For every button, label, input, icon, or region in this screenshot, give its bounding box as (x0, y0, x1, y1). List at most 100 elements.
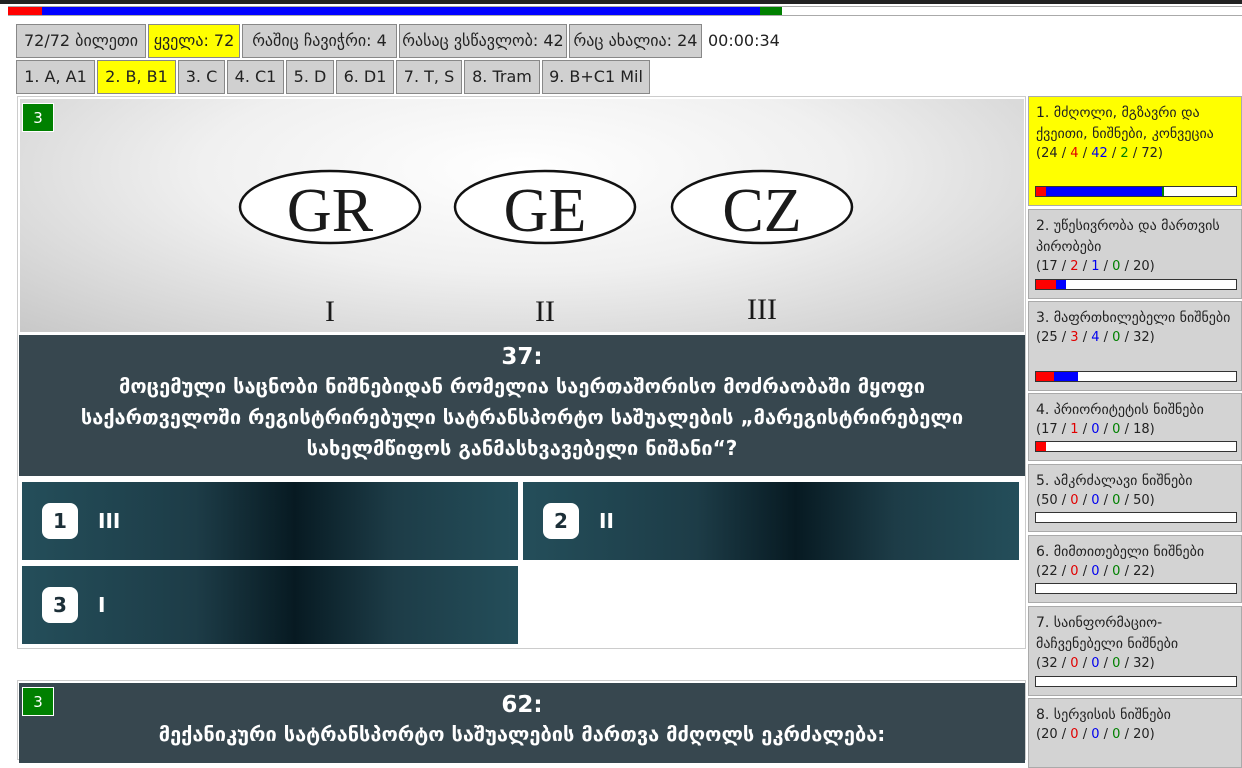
stat-correct: 0 (1112, 259, 1121, 274)
category-stats: (50 / 0 / 0 / 0 / 50) (1036, 493, 1155, 508)
category-item-8[interactable]: 8. სერვისის ნიშნები (20 / 0 / 0 / 0 / 20) (1028, 698, 1242, 768)
category-progress-bar (1035, 279, 1237, 290)
category-item-4[interactable]: 4. პრიორიტეტის ნიშნები (17 / 1 / 0 / 0 / … (1028, 393, 1242, 461)
answer-text: II (599, 509, 614, 533)
category-progress-bar (1035, 583, 1237, 594)
tab-license-2[interactable]: 2. B, B1 (97, 60, 176, 94)
image-label-2: II (535, 295, 555, 328)
top-border (0, 0, 1242, 4)
stat-wrong: 3 (1070, 330, 1079, 345)
stat-total-left: 50 (1041, 493, 1058, 508)
stat-learning: 0 (1091, 422, 1100, 437)
stat-wrong: 0 (1070, 727, 1079, 742)
bar-segment-green (1162, 187, 1164, 196)
bar-segment-red (1036, 372, 1054, 381)
plate-gr-text: GR (287, 177, 374, 245)
category-stats: (17 / 2 / 1 / 0 / 20) (1036, 259, 1155, 274)
tickets-count-button[interactable]: 72/72 ბილეთი (16, 24, 146, 58)
stat-total-left: 32 (1041, 656, 1058, 671)
tab-license-6[interactable]: 6. D1 (336, 60, 394, 94)
category-item-2[interactable]: 2. უწესივრობა და მართვის პირობები (17 / 2… (1028, 209, 1242, 299)
stat-total-left: 25 (1041, 330, 1058, 345)
answer-number: 2 (543, 503, 579, 539)
tab-license-5[interactable]: 5. D (286, 60, 334, 94)
stat-total-left: 17 (1041, 259, 1058, 274)
question-card-2: 62: მექანიკური სატრანსპორტო საშუალების მ… (17, 680, 1026, 763)
tab-license-9[interactable]: 9. B+C1 Mil (542, 60, 650, 94)
tab-license-7[interactable]: 7. T, S (396, 60, 462, 94)
stat-correct: 0 (1112, 564, 1121, 579)
stat-total: 20 (1133, 259, 1150, 274)
category-title: 7. საინფორმაციო-მაჩვენებელი ნიშნები (1036, 615, 1179, 652)
stat-correct: 2 (1120, 146, 1129, 161)
question-text: მექანიკური სატრანსპორტო საშუალების მართვ… (158, 722, 886, 746)
tab-license-3[interactable]: 3. C (178, 60, 225, 94)
category-title: 8. სერვისის ნიშნები (1036, 707, 1171, 723)
category-title: 3. მაფრთხილებელი ნიშნები (1036, 310, 1231, 326)
stat-wrong: 1 (1070, 422, 1079, 437)
category-stats: (25 / 3 / 4 / 0 / 32) (1036, 330, 1155, 345)
category-progress-bar (1035, 186, 1237, 197)
filter-learning-button[interactable]: რასაც ვსწავლობ: 42 (399, 24, 567, 58)
category-stats: (32 / 0 / 0 / 0 / 32) (1036, 656, 1155, 671)
question-number: 37: (501, 344, 543, 370)
filter-all-button[interactable]: ყველა: 72 (148, 24, 240, 58)
stat-learning: 1 (1091, 259, 1100, 274)
stat-wrong: 0 (1070, 493, 1079, 508)
question-number: 62: (501, 692, 543, 718)
tab-license-4[interactable]: 4. C1 (227, 60, 284, 94)
bar-segment-red (1036, 280, 1056, 289)
question-text: მოცემული საცნობი ნიშნებიდან რომელია საერ… (80, 374, 964, 460)
bar-segment-red (1036, 442, 1046, 451)
filter-new-button[interactable]: რაც ახალია: 24 (569, 24, 702, 58)
category-progress-bar (1035, 441, 1237, 452)
stat-total: 72 (1141, 146, 1158, 161)
stat-wrong: 2 (1070, 259, 1079, 274)
category-title: 1. მძღოლი, მგზავრი და ქვეითი, ნიშნები, კ… (1036, 105, 1214, 142)
tab-license-1[interactable]: 1. A, A1 (16, 60, 95, 94)
category-progress-bar (1035, 512, 1237, 523)
stat-correct: 0 (1112, 493, 1121, 508)
stat-learning: 0 (1091, 564, 1100, 579)
bar-segment-blue (1056, 280, 1066, 289)
image-label-3: III (747, 293, 777, 326)
stat-correct: 0 (1112, 727, 1121, 742)
category-title: 5. ამკრძალავი ნიშნები (1036, 473, 1193, 489)
question-image: GR GE CZ I II III (20, 99, 1024, 332)
answer-option-3[interactable]: 3 I (22, 566, 518, 644)
category-progress-bar (1035, 371, 1237, 382)
category-stats: (22 / 0 / 0 / 0 / 22) (1036, 564, 1155, 579)
category-badge: 3 (22, 687, 54, 716)
stat-learning: 42 (1091, 146, 1108, 161)
stat-total: 32 (1133, 656, 1150, 671)
stat-total-left: 24 (1041, 146, 1058, 161)
question-card: GR GE CZ I II III 3 37: მოცემული საცნობი… (17, 96, 1026, 649)
answer-option-1[interactable]: 1 III (22, 482, 518, 560)
stat-correct: 0 (1112, 330, 1121, 345)
category-item-6[interactable]: 6. მიმთითებელი ნიშნები (22 / 0 / 0 / 0 / … (1028, 535, 1242, 603)
answer-option-2[interactable]: 2 II (523, 482, 1019, 560)
answer-number: 1 (42, 503, 78, 539)
answer-text: III (98, 509, 121, 533)
stat-wrong: 0 (1070, 564, 1079, 579)
category-item-7[interactable]: 7. საინფორმაციო-მაჩვენებელი ნიშნები (32 /… (1028, 606, 1242, 696)
overall-progress-bar (8, 6, 1242, 16)
bar-segment-blue (1046, 187, 1162, 196)
progress-learning (42, 7, 760, 15)
stat-total: 20 (1133, 727, 1150, 742)
filter-wrong-button[interactable]: რაშიც ჩავიჭრი: 4 (242, 24, 397, 58)
category-item-3[interactable]: 3. მაფრთხილებელი ნიშნები (25 / 3 / 4 / 0 … (1028, 301, 1242, 391)
country-plates-illustration: GR GE CZ I II III (238, 169, 854, 328)
stat-learning: 4 (1091, 330, 1100, 345)
category-title: 2. უწესივრობა და მართვის პირობები (1036, 218, 1220, 255)
category-item-1[interactable]: 1. მძღოლი, მგზავრი და ქვეითი, ნიშნები, კ… (1028, 96, 1242, 206)
stat-learning: 0 (1091, 656, 1100, 671)
tab-license-8[interactable]: 8. Tram (464, 60, 540, 94)
category-item-5[interactable]: 5. ამკრძალავი ნიშნები (50 / 0 / 0 / 0 / 5… (1028, 464, 1242, 532)
image-label-1: I (325, 295, 335, 328)
question-text-box: 62: მექანიკური სატრანსპორტო საშუალების მ… (19, 683, 1025, 763)
stat-total: 22 (1133, 564, 1150, 579)
stat-total-left: 20 (1041, 727, 1058, 742)
bar-segment-blue (1054, 372, 1078, 381)
category-progress-bar (1035, 676, 1237, 687)
